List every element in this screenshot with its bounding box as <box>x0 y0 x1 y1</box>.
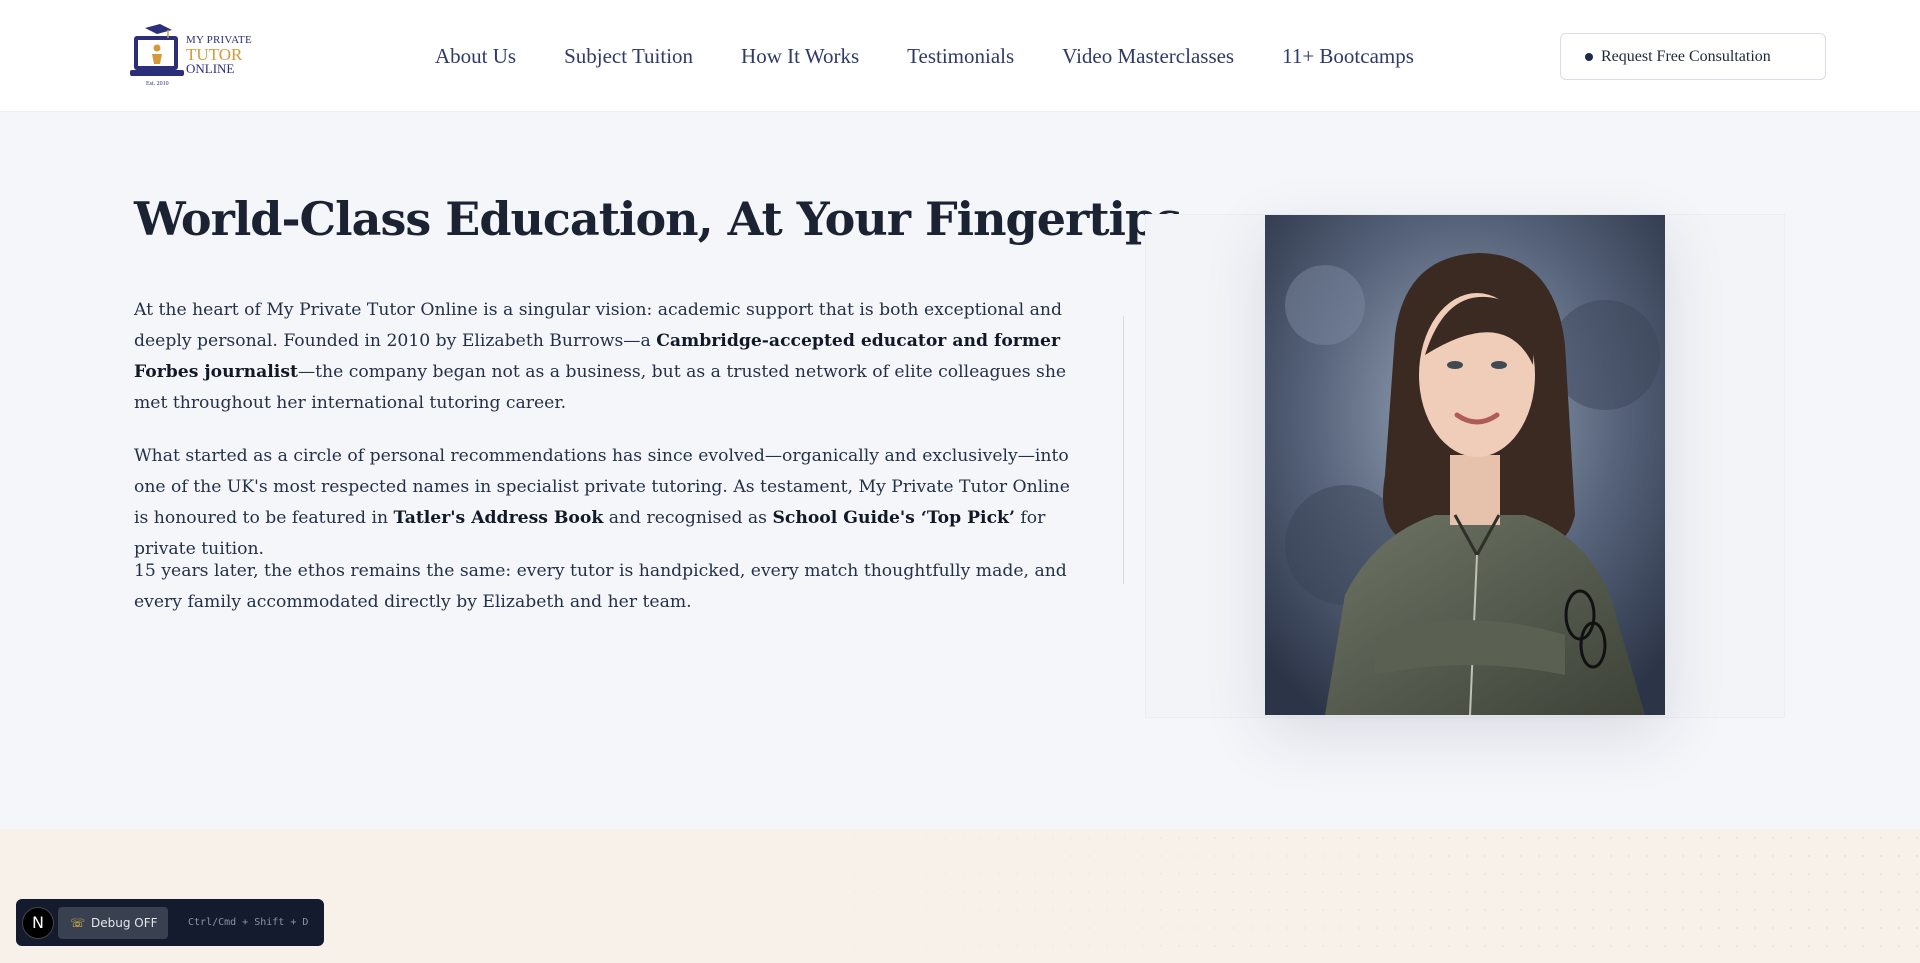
request-consultation-label: Request Free Consultation <box>1601 47 1771 65</box>
main-nav: About Us Subject Tuition How It Works Te… <box>435 44 1462 69</box>
nav-subject-tuition[interactable]: Subject Tuition <box>564 44 693 69</box>
logo-established: Est. 2010 <box>146 81 169 87</box>
p2-highlight-school-guide: School Guide's ‘Top Pick’ <box>772 508 1015 528</box>
nav-video-masterclasses[interactable]: Video Masterclasses <box>1062 44 1234 69</box>
divider <box>1123 316 1124 584</box>
logo-laptop-icon <box>130 24 184 76</box>
intro-paragraph-3: 15 years later, the ethos remains the sa… <box>134 561 1067 612</box>
nav-11-plus-bootcamps[interactable]: 11+ Bootcamps <box>1282 44 1414 69</box>
intro-paragraph-2: What started as a circle of personal rec… <box>134 441 1084 565</box>
logo[interactable]: MY PRIVATE TUTOR ONLINE Est. 2010 <box>130 24 252 88</box>
intro-paragraph-1: At the heart of My Private Tutor Online … <box>134 295 1084 419</box>
site-header: MY PRIVATE TUTOR ONLINE Est. 2010 About … <box>0 0 1920 112</box>
p2-highlight-tatler: Tatler's Address Book <box>393 508 604 528</box>
founder-photo <box>1265 215 1665 715</box>
founder-portrait-image <box>1265 215 1665 715</box>
debug-shortcut-hint: Ctrl/Cmd + Shift + D <box>188 917 309 928</box>
debug-toggle-label: Debug OFF <box>91 915 158 930</box>
request-consultation-button[interactable]: Request Free Consultation <box>1560 33 1826 80</box>
debug-toolbar: N ☏ Debug OFF Ctrl/Cmd + Shift + D <box>16 899 324 946</box>
hero-title: World-Class Education, At Your Fingertip… <box>134 192 1197 246</box>
phone-icon: ☏ <box>70 915 86 930</box>
next-badge-icon[interactable]: N <box>22 906 54 939</box>
p2-text-c: and recognised as <box>603 508 773 528</box>
nav-testimonials[interactable]: Testimonials <box>907 44 1014 69</box>
logo-wordmark: MY PRIVATE TUTOR ONLINE <box>186 34 252 75</box>
nav-about-us[interactable]: About Us <box>435 44 516 69</box>
logo-line-2: TUTOR <box>186 45 243 64</box>
debug-toggle-button[interactable]: ☏ Debug OFF <box>58 906 168 939</box>
nav-how-it-works[interactable]: How It Works <box>741 44 859 69</box>
dot-icon <box>1585 52 1593 61</box>
